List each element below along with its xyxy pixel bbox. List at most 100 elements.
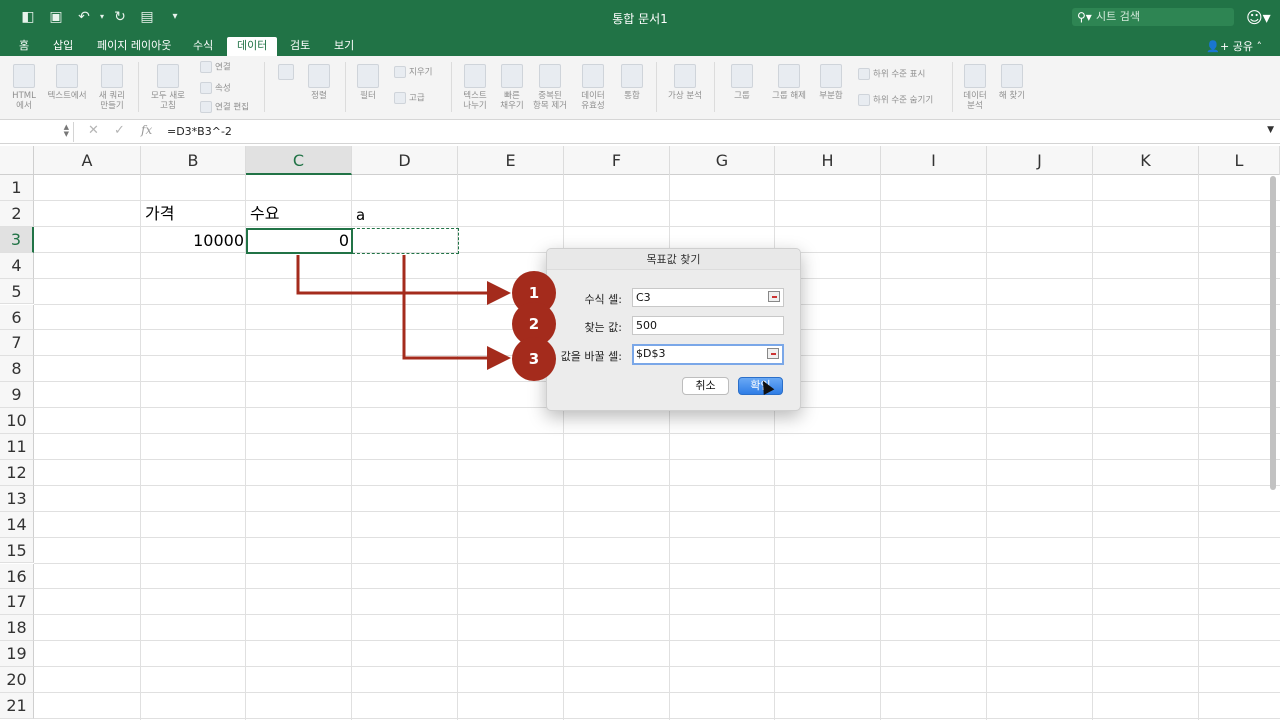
properties-button[interactable]: 속성	[200, 82, 231, 94]
column-header-A[interactable]: A	[34, 146, 141, 175]
row-header-15[interactable]: 15	[0, 537, 34, 564]
row-header-6[interactable]: 6	[0, 304, 34, 331]
to-value-input[interactable]: 500	[632, 316, 784, 335]
tab-view[interactable]: 보기	[334, 38, 354, 56]
filter-label: 필터	[360, 91, 376, 101]
name-box-spinner-icon[interactable]: ▲ ▼	[64, 124, 69, 138]
tab-insert[interactable]: 삽입	[53, 38, 73, 56]
advanced-filter-button[interactable]: 고급	[394, 92, 425, 104]
row-header-8[interactable]: 8	[0, 356, 34, 383]
row-header-11[interactable]: 11	[0, 434, 34, 460]
row-header-4[interactable]: 4	[0, 252, 34, 279]
clear-filter-button[interactable]: 지우기	[394, 66, 432, 78]
solver-button[interactable]: 해 찾기	[996, 64, 1028, 101]
ribbon-separator	[138, 62, 139, 112]
column-header-C[interactable]: C	[246, 146, 352, 175]
row-header-5[interactable]: 5	[0, 278, 34, 305]
remove-duplicates-button[interactable]: 중복된 항목 제거	[530, 64, 570, 111]
cancel-button[interactable]: 취소	[682, 377, 729, 395]
data-validation-button[interactable]: 데이터 유효성	[576, 64, 610, 111]
column-header-J[interactable]: J	[987, 146, 1093, 175]
row-header-17[interactable]: 17	[0, 589, 34, 616]
from-html-button[interactable]: HTML 에서	[8, 64, 40, 111]
column-header-B[interactable]: B	[141, 146, 246, 175]
changing-cell-value: $D$3	[636, 347, 666, 360]
refresh-all-button[interactable]: 모두 새로 고침	[146, 64, 190, 111]
sort-az-icon	[278, 64, 294, 80]
feedback-smiley-icon[interactable]: ☺▾	[1246, 8, 1271, 27]
edit-links-button[interactable]: 연결 편집	[200, 101, 249, 113]
data-analysis-button[interactable]: 데이터 분석	[960, 64, 990, 111]
column-header-I[interactable]: I	[881, 146, 987, 175]
column-gridline	[245, 175, 246, 720]
cell-B3[interactable]: 10000	[141, 228, 244, 254]
advanced-filter-icon	[394, 92, 406, 104]
text-to-columns-button[interactable]: 텍스트 나누기	[458, 64, 492, 111]
show-detail-button[interactable]: 하위 수준 표시	[858, 68, 925, 80]
sort-button[interactable]: 정렬	[304, 64, 334, 101]
row-header-10[interactable]: 10	[0, 408, 34, 434]
group-button[interactable]: 그룹	[728, 64, 756, 101]
range-selector-icon[interactable]	[767, 348, 779, 359]
confirm-edit-icon[interactable]: ✓	[114, 123, 125, 138]
tab-formulas[interactable]: 수식	[193, 38, 213, 56]
select-all-corner[interactable]	[0, 146, 34, 175]
row-header-16[interactable]: 16	[0, 563, 34, 590]
consolidate-button[interactable]: 통합	[618, 64, 646, 101]
range-selector-icon[interactable]	[768, 291, 780, 302]
row-gridline	[34, 199, 1280, 201]
row-header-7[interactable]: 7	[0, 330, 34, 357]
column-header-G[interactable]: G	[670, 146, 775, 175]
ungroup-button[interactable]: 그룹 해제	[768, 64, 810, 101]
column-header-D[interactable]: D	[352, 146, 458, 175]
expand-formula-bar-icon[interactable]: ▼	[1267, 125, 1274, 135]
what-if-analysis-button[interactable]: 가상 분석	[664, 64, 706, 101]
row-header-12[interactable]: 12	[0, 459, 34, 486]
row-header-1[interactable]: 1	[0, 175, 34, 201]
tab-data[interactable]: 데이터	[227, 37, 278, 56]
row-header-21[interactable]: 21	[0, 693, 34, 719]
cell-B2[interactable]: 가격	[145, 201, 174, 227]
subtotal-button[interactable]: 부분합	[816, 64, 846, 101]
flash-fill-button[interactable]: 빠른 채우기	[496, 64, 528, 111]
set-cell-input[interactable]: C3	[632, 288, 784, 307]
column-header-F[interactable]: F	[564, 146, 670, 175]
row-header-13[interactable]: 13	[0, 485, 34, 512]
search-input[interactable]: ⚲▾ 시트 검색	[1072, 8, 1234, 26]
column-header-H[interactable]: H	[775, 146, 881, 175]
filter-button[interactable]: 필터	[354, 64, 382, 101]
vertical-scrollbar[interactable]	[1270, 176, 1276, 490]
tab-review[interactable]: 검토	[290, 38, 310, 56]
formula-bar: ▲ ▼ ✕ ✓ fx =D3*B3^-2 ▼	[0, 120, 1280, 144]
changing-cell-input[interactable]: $D$3	[632, 344, 784, 365]
share-button[interactable]: 👤+ 공유 ˄	[1206, 38, 1262, 54]
row-header-14[interactable]: 14	[0, 511, 34, 538]
row-header-2[interactable]: 2	[0, 200, 34, 227]
cell-C2[interactable]: 수요	[250, 201, 279, 227]
refresh-all-label: 모두 새로 고침	[151, 91, 185, 111]
name-box[interactable]: ▲ ▼	[0, 122, 74, 142]
from-text-button[interactable]: 텍스트에서	[44, 64, 90, 101]
column-header-L[interactable]: L	[1199, 146, 1280, 175]
insert-function-icon[interactable]: fx	[141, 123, 152, 137]
row-header-18[interactable]: 18	[0, 615, 34, 642]
connections-button[interactable]: 연결	[200, 61, 231, 73]
new-query-button[interactable]: 새 쿼리 만들기	[92, 64, 132, 111]
hide-detail-button[interactable]: 하위 수준 숨기기	[858, 94, 933, 106]
column-header-K[interactable]: K	[1093, 146, 1199, 175]
tab-home[interactable]: 홈	[19, 38, 29, 56]
ribbon-separator	[952, 62, 953, 112]
column-header-E[interactable]: E	[458, 146, 564, 175]
solver-label: 해 찾기	[998, 91, 1026, 101]
formula-input[interactable]: =D3*B3^-2	[167, 125, 232, 138]
row-header-9[interactable]: 9	[0, 382, 34, 409]
what-if-icon	[674, 64, 696, 88]
edit-links-icon	[200, 101, 212, 113]
row-header-3[interactable]: 3	[0, 226, 34, 253]
cancel-edit-icon[interactable]: ✕	[88, 123, 99, 138]
row-header-19[interactable]: 19	[0, 641, 34, 668]
cell-D2[interactable]: a	[356, 202, 365, 228]
tab-page-layout[interactable]: 페이지 레이아웃	[97, 38, 171, 56]
row-header-20[interactable]: 20	[0, 667, 34, 693]
sort-ascending-button[interactable]	[276, 64, 296, 83]
